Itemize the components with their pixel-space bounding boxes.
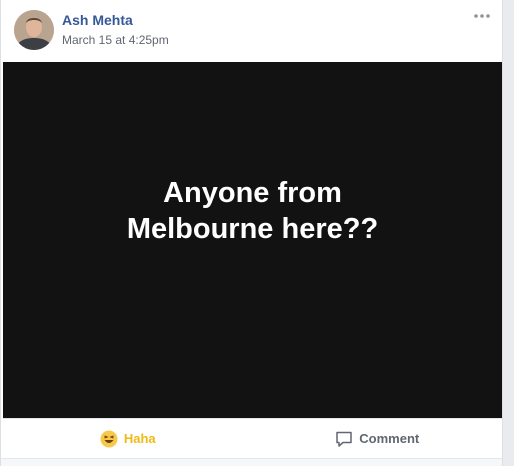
comment-button[interactable]: Comment (253, 419, 503, 458)
post-image-text: Anyone from Melbourne here?? (126, 177, 379, 245)
profile-photo-icon (14, 10, 54, 50)
post-options-button[interactable] (472, 8, 492, 24)
author-name-link[interactable]: Ash Mehta (62, 12, 133, 28)
comment-bubble-icon (335, 430, 353, 448)
comment-label: Comment (359, 431, 420, 446)
haha-label: Haha (123, 431, 156, 446)
post-footer (1, 458, 502, 466)
post-header: Ash Mehta March 15 at 4:25pm (1, 0, 502, 62)
post-action-bar: Haha Comment (3, 418, 502, 458)
haha-reaction-button[interactable]: Haha (3, 419, 253, 458)
post-timestamp-link[interactable]: March 15 at 4:25pm (62, 33, 169, 47)
haha-emoji-icon (100, 430, 118, 448)
feed-post: Ash Mehta March 15 at 4:25pm Anyone from… (0, 0, 503, 466)
avatar[interactable] (14, 10, 54, 50)
post-image[interactable]: Anyone from Melbourne here?? (3, 62, 502, 418)
ellipsis-icon (474, 14, 490, 18)
